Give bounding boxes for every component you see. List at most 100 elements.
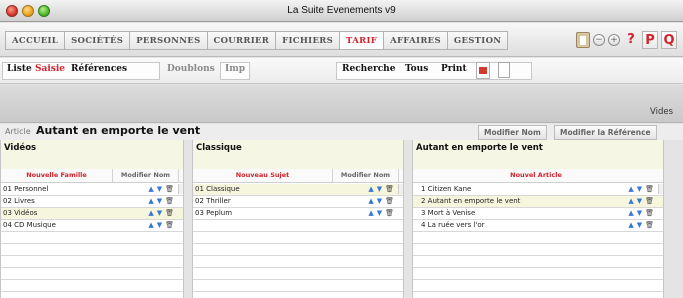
scrollbar[interactable]	[398, 184, 403, 194]
recherche-button[interactable]: Recherche	[339, 61, 398, 79]
doublons-button[interactable]: Doublons	[164, 61, 218, 79]
arrow-up-icon[interactable]: ▲	[628, 221, 636, 229]
trash-icon[interactable]: 🗑	[165, 185, 177, 193]
arrow-up-icon[interactable]: ▲	[368, 209, 376, 217]
arrow-up-icon[interactable]: ▲	[628, 209, 636, 217]
arrow-down-icon[interactable]: ▼	[157, 185, 165, 193]
list-item[interactable]: 03 Peplum ▲▼🗑	[193, 208, 403, 220]
nouveau-sujet-button[interactable]: Nouveau Sujet	[193, 169, 333, 183]
tab-courrier[interactable]: COURRIER	[206, 31, 277, 50]
row-controls[interactable]: ▲▼🗑	[628, 196, 657, 207]
panel-buttons: Nouveau Sujet Modifier Nom	[193, 169, 403, 183]
arrow-up-icon[interactable]: ▲	[368, 185, 376, 193]
arrow-down-icon[interactable]: ▼	[157, 221, 165, 229]
nouvel-article-button[interactable]: Nouvel Article	[413, 169, 659, 183]
nouvelle-famille-button[interactable]: Nouvelle Famille	[1, 169, 113, 183]
arrow-down-icon[interactable]: ▼	[637, 197, 645, 205]
arrow-down-icon[interactable]: ▼	[377, 209, 385, 217]
arrow-down-icon[interactable]: ▼	[637, 185, 645, 193]
panel-buttons: Nouvel Article	[413, 169, 663, 183]
q-button[interactable]: Q	[661, 31, 677, 49]
trash-icon[interactable]: 🗑	[645, 221, 657, 229]
tab-personnes[interactable]: PERSONNES	[129, 31, 208, 50]
arrow-down-icon[interactable]: ▼	[377, 185, 385, 193]
list-item[interactable]: 4 La ruée vers l'or ▲▼🗑	[413, 220, 663, 232]
row-controls[interactable]: ▲▼🗑	[148, 184, 177, 195]
saisie-button[interactable]: Saisie	[32, 61, 68, 79]
row-controls[interactable]: ▲▼🗑	[628, 184, 657, 195]
trash-icon[interactable]: 🗑	[385, 197, 397, 205]
references-button[interactable]: Références	[68, 61, 130, 79]
main-tabs-bar: ACCUEIL SOCIÉTÉS PERSONNES COURRIER FICH…	[0, 23, 683, 57]
list-item[interactable]: 3 Mort à Venise ▲▼🗑	[413, 208, 663, 220]
panel-title: Autant en emporte le vent	[413, 140, 663, 170]
tab-tarif[interactable]: TARIF	[339, 31, 385, 50]
clipboard-icon[interactable]	[576, 32, 590, 48]
trash-icon[interactable]: 🗑	[645, 185, 657, 193]
arrow-up-icon[interactable]: ▲	[368, 197, 376, 205]
arrow-down-icon[interactable]: ▼	[637, 221, 645, 229]
plus-icon[interactable]: +	[608, 34, 620, 46]
tab-fichiers[interactable]: FICHIERS	[275, 31, 341, 50]
document-icon[interactable]	[498, 62, 510, 78]
trash-icon[interactable]: 🗑	[385, 185, 397, 193]
arrow-down-icon[interactable]: ▼	[377, 197, 385, 205]
modifier-nom-button[interactable]: Modifier Nom	[478, 125, 547, 140]
minus-icon[interactable]: −	[593, 34, 605, 46]
trash-icon[interactable]: 🗑	[165, 209, 177, 217]
tous-button[interactable]: Tous	[402, 61, 431, 79]
row-controls[interactable]: ▲▼🗑	[148, 220, 177, 231]
help-icon[interactable]: ?	[623, 31, 639, 49]
scrollbar[interactable]	[658, 184, 663, 194]
modifier-nom-button[interactable]: Modifier Nom	[333, 169, 399, 183]
arrow-down-icon[interactable]: ▼	[157, 197, 165, 205]
empty-row	[413, 256, 663, 268]
modifier-nom-button[interactable]: Modifier Nom	[113, 169, 179, 183]
p-button[interactable]: P	[642, 31, 658, 49]
liste-button[interactable]: Liste	[4, 61, 35, 79]
trash-icon[interactable]: 🗑	[165, 197, 177, 205]
list-item[interactable]: 2 Autant en emporte le vent ▲▼🗑	[413, 196, 663, 208]
row-controls[interactable]: ▲▼🗑	[368, 196, 397, 207]
list-item[interactable]: 03 Vidéos ▲▼🗑	[1, 208, 183, 220]
row-controls[interactable]: ▲▼🗑	[368, 184, 397, 195]
list-item[interactable]: 02 Livres ▲▼🗑	[1, 196, 183, 208]
arrow-up-icon[interactable]: ▲	[148, 221, 156, 229]
scrollbar[interactable]	[178, 184, 183, 194]
tab-affaires[interactable]: AFFAIRES	[383, 31, 448, 50]
modifier-reference-button[interactable]: Modifier la Référence	[554, 125, 657, 140]
empty-row	[413, 244, 663, 256]
tab-accueil[interactable]: ACCUEIL	[5, 31, 66, 50]
tab-gestion[interactable]: GESTION	[446, 31, 509, 50]
arrow-up-icon[interactable]: ▲	[148, 209, 156, 217]
arrow-down-icon[interactable]: ▼	[157, 209, 165, 217]
row-controls[interactable]: ▲▼🗑	[148, 208, 177, 219]
trash-icon[interactable]: 🗑	[385, 209, 397, 217]
arrow-up-icon[interactable]: ▲	[628, 197, 636, 205]
sub-toolbar: Liste Saisie Références Doublons Imp Rec…	[0, 58, 683, 84]
list-item-label: 3 Mort à Venise	[421, 209, 476, 217]
list-item[interactable]: 1 Citizen Kane ▲▼🗑	[413, 184, 663, 196]
row-controls[interactable]: ▲▼🗑	[628, 220, 657, 231]
row-controls[interactable]: ▲▼🗑	[628, 208, 657, 219]
arrow-up-icon[interactable]: ▲	[628, 185, 636, 193]
trash-icon[interactable]: 🗑	[645, 209, 657, 217]
list-item[interactable]: 01 Personnel ▲▼🗑	[1, 184, 183, 196]
arrow-down-icon[interactable]: ▼	[637, 209, 645, 217]
empty-row	[1, 268, 183, 280]
arrow-up-icon[interactable]: ▲	[148, 197, 156, 205]
list-item[interactable]: 04 CD Musique ▲▼🗑	[1, 220, 183, 232]
list-item[interactable]: 01 Classique ▲▼🗑	[193, 184, 403, 196]
list-item[interactable]: 02 Thriller ▲▼🗑	[193, 196, 403, 208]
tab-societes[interactable]: SOCIÉTÉS	[64, 31, 131, 50]
window-title: La Suite Evenements v9	[287, 5, 396, 16]
print-button[interactable]: Print	[438, 61, 470, 79]
trash-icon[interactable]: 🗑	[645, 197, 657, 205]
row-controls[interactable]: ▲▼🗑	[368, 208, 397, 219]
arrow-up-icon[interactable]: ▲	[148, 185, 156, 193]
row-controls[interactable]: ▲▼🗑	[148, 196, 177, 207]
imp-button[interactable]: Imp	[222, 61, 248, 79]
trash-icon[interactable]: 🗑	[165, 221, 177, 229]
header-strip: Vides	[0, 85, 683, 123]
pdf-icon[interactable]	[476, 62, 490, 79]
